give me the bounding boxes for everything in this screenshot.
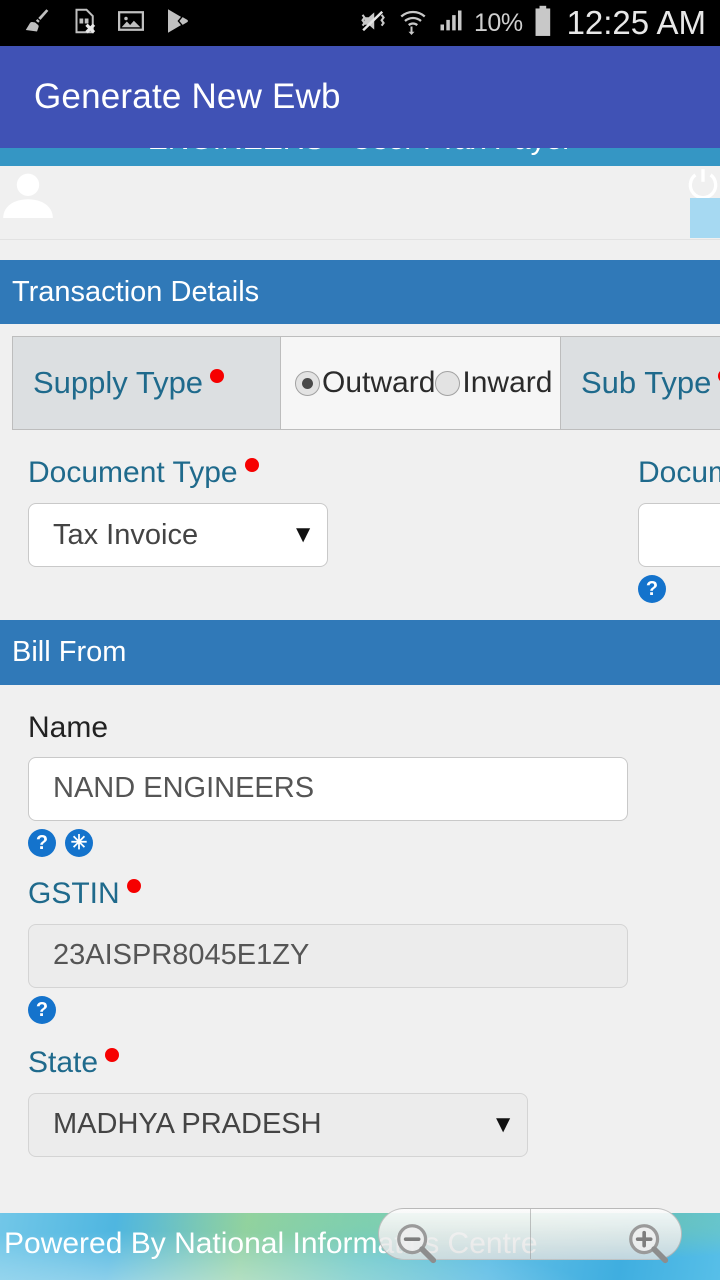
zoom-in-button[interactable] — [530, 1208, 682, 1264]
bill-from-name-value: NAND ENGINEERS — [53, 772, 315, 804]
document-no-group: Docum ? — [638, 456, 720, 604]
section-header-transaction-details: Transaction Details — [0, 260, 720, 325]
transaction-details-panel: Supply Type Outward Inward Sub Type Docu… — [0, 336, 720, 621]
clock-label: 12:25 AM — [566, 4, 706, 41]
clear-asterisk-icon[interactable]: ✳ — [65, 828, 93, 857]
logout-button-chip[interactable] — [690, 198, 720, 238]
android-status-bar: 10% 12:25 AM — [0, 0, 720, 46]
webview-zoom-controls[interactable] — [378, 1208, 682, 1264]
broom-cleaner-icon — [22, 6, 52, 41]
status-bar-right-icons: 10% 12:25 AM — [357, 4, 706, 42]
document-no-input[interactable] — [638, 503, 720, 568]
bill-from-state-label: State — [28, 1046, 720, 1080]
sim-card-error-icon — [69, 6, 99, 41]
bill-from-name-input[interactable]: NAND ENGINEERS — [28, 756, 628, 821]
gallery-image-icon — [116, 6, 146, 41]
radio-outward-icon[interactable] — [295, 370, 320, 396]
bill-from-name-icons: ? ✳ — [28, 828, 720, 857]
bill-from-state-select[interactable]: MADHYA PRADESH ▼ — [28, 1092, 528, 1157]
radio-inward-label[interactable]: Inward — [462, 366, 552, 400]
bill-from-name-label: Name — [28, 710, 109, 744]
document-no-icons: ? — [638, 575, 720, 604]
site-toolstrip — [0, 166, 720, 240]
chevron-down-icon[interactable]: ▼ — [491, 1112, 515, 1137]
help-question-icon[interactable]: ? — [28, 828, 56, 857]
site-banner: ENGINEERS - User : Tax Payer — [0, 148, 720, 166]
webview-content: ENGINEERS - User : Tax Payer — [0, 148, 720, 1280]
required-dot-icon — [105, 1047, 120, 1062]
user-silhouette-icon — [0, 170, 56, 225]
document-type-value: Tax Invoice — [53, 518, 199, 551]
section-header-bill-from: Bill From — [0, 620, 720, 685]
play-store-icon — [163, 6, 193, 41]
zoom-out-button[interactable] — [378, 1208, 530, 1264]
supply-type-row: Supply Type Outward Inward Sub Type — [12, 336, 720, 431]
required-dot-icon — [126, 878, 141, 893]
chevron-down-icon[interactable]: ▼ — [291, 523, 315, 547]
logout-control[interactable] — [684, 166, 720, 238]
bill-from-state-group: State MADHYA PRADESH ▼ — [28, 1046, 720, 1157]
required-dot-icon — [244, 458, 259, 473]
radio-option-inward[interactable]: Inward — [435, 366, 552, 400]
battery-icon — [532, 5, 554, 42]
document-type-label: Document Type — [28, 456, 328, 490]
mute-vibrate-icon — [357, 6, 389, 41]
radio-inward-icon[interactable] — [435, 370, 461, 396]
document-type-group: Document Type Tax Invoice ▼ — [28, 456, 328, 568]
cellular-signal-icon — [437, 7, 465, 40]
bill-from-gstin-group: GSTIN 23AISPR8045E1ZY ? — [28, 877, 720, 1024]
wifi-data-icon — [398, 6, 428, 41]
bill-from-gstin-label: GSTIN — [28, 877, 720, 911]
document-row: Document Type Tax Invoice ▼ Docum ? — [0, 430, 720, 620]
supply-type-radio-group[interactable]: Outward Inward — [295, 366, 552, 400]
radio-outward-label[interactable]: Outward — [322, 366, 435, 400]
bill-from-name-group: Name NAND ENGINEERS ? ✳ — [28, 711, 720, 857]
zoom-in-magnifier-icon[interactable] — [625, 1220, 671, 1266]
battery-percent-label: 10% — [474, 8, 523, 37]
bill-from-state-value: MADHYA PRADESH — [53, 1108, 322, 1140]
supply-type-value-cell: Outward Inward — [281, 337, 561, 430]
document-no-label: Docum — [638, 456, 720, 490]
supply-type-label-cell: Supply Type — [13, 337, 281, 430]
document-type-select[interactable]: Tax Invoice ▼ — [28, 503, 328, 568]
zoom-out-magnifier-icon[interactable] — [393, 1220, 439, 1266]
form-scroll-area: Transaction Details Supply Type Outward — [0, 260, 720, 1157]
supply-type-label: Supply Type — [33, 365, 204, 401]
app-bar: Generate New Ewb — [0, 46, 720, 148]
radio-option-outward[interactable]: Outward — [295, 366, 435, 400]
bill-from-panel: Name NAND ENGINEERS ? ✳ GSTIN 23AISPR804… — [0, 685, 720, 1157]
help-question-icon[interactable]: ? — [638, 575, 666, 604]
bill-from-gstin-input[interactable]: 23AISPR8045E1ZY — [28, 923, 628, 988]
bill-from-gstin-value: 23AISPR8045E1ZY — [53, 939, 310, 971]
sub-type-label: Sub Type — [581, 365, 712, 401]
page-title: Generate New Ewb — [34, 77, 341, 116]
status-bar-left-icons — [22, 6, 193, 41]
bill-from-gstin-icons: ? — [28, 995, 720, 1024]
screen-root: 10% 12:25 AM Generate New Ewb ENGINEERS … — [0, 0, 720, 1280]
required-dot-icon — [210, 369, 225, 384]
help-question-icon[interactable]: ? — [28, 995, 56, 1024]
sub-type-label-cell: Sub Type — [561, 337, 720, 430]
